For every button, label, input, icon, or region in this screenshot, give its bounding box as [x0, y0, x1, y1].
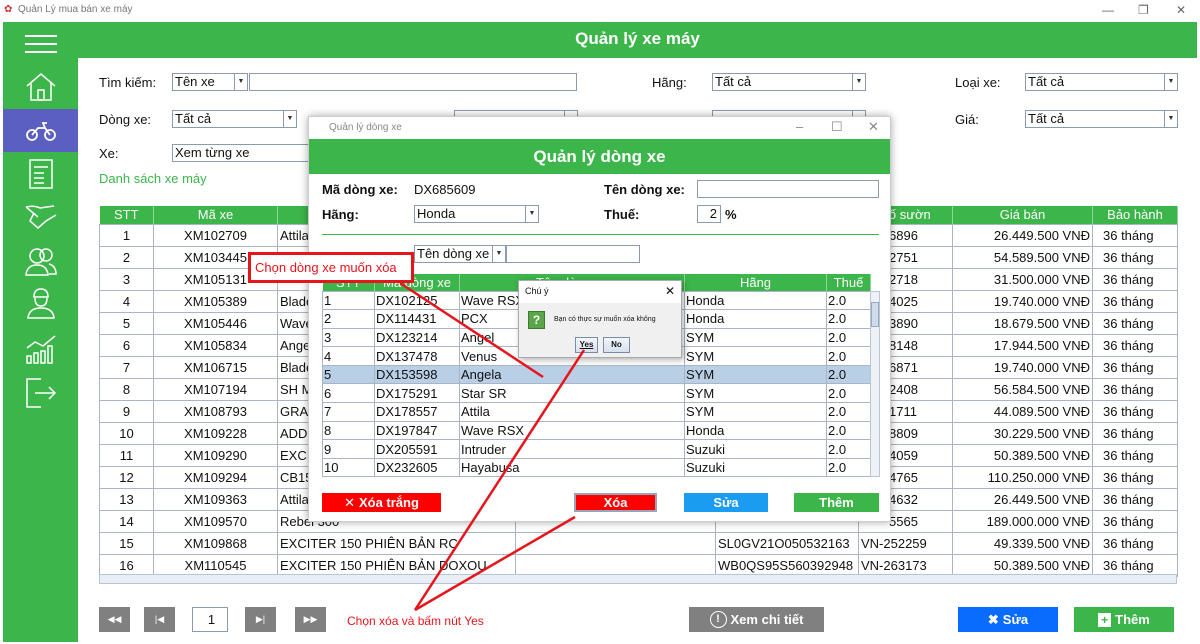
arrow-to-row	[399, 281, 544, 379]
arrow-to-yes	[413, 349, 586, 611]
annotation-arrows	[399, 281, 586, 612]
arrow-to-delete	[414, 515, 576, 612]
